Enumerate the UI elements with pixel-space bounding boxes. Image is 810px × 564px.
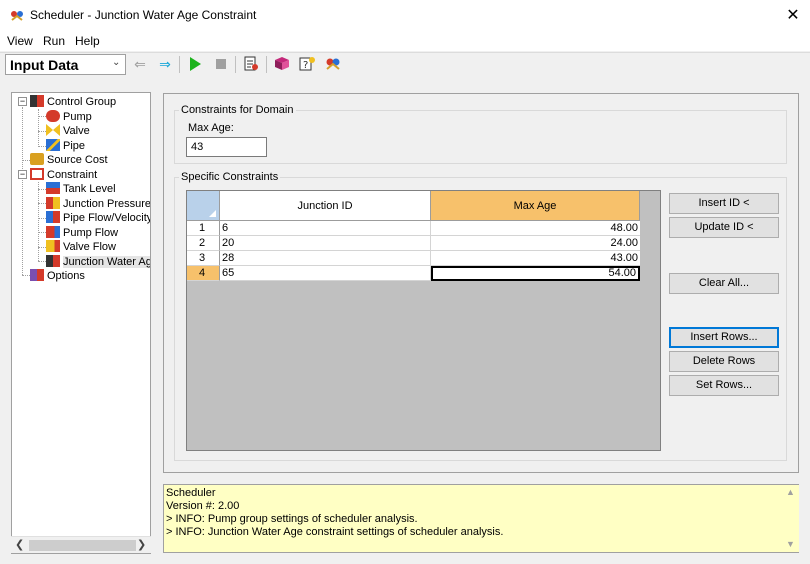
pipe-icon: [46, 139, 60, 151]
domain-constraints-label: Constraints for Domain: [179, 104, 296, 116]
set-rows-button[interactable]: Set Rows...: [669, 375, 779, 396]
cell-junction-id[interactable]: 6: [220, 221, 431, 236]
scheduler-icon[interactable]: [323, 54, 343, 74]
tree-item-pipe-flow-velocity[interactable]: Pipe Flow/Velocity: [46, 211, 150, 226]
menu-view[interactable]: View: [7, 34, 33, 48]
menu-bar: View Run Help: [0, 31, 810, 51]
log-vertical-scrollbar[interactable]: ▲ ▼: [783, 485, 799, 552]
constraints-grid[interactable]: Junction ID Max Age 1 6 48.00 2 20 24.00…: [186, 190, 661, 451]
tank-level-icon: [46, 182, 60, 194]
insert-id-button[interactable]: Insert ID <: [669, 193, 779, 214]
back-arrow-icon[interactable]: ⇐: [130, 54, 150, 74]
tree-item-junction-pressure[interactable]: Junction Pressure: [46, 197, 150, 212]
max-age-label: Max Age:: [188, 122, 234, 134]
cell-max-age[interactable]: 24.00: [431, 236, 640, 251]
toolbar-separator: [235, 56, 236, 73]
tree-item-valve[interactable]: Valve: [46, 124, 90, 139]
view-select-value: Input Data: [10, 57, 79, 73]
cell-junction-id[interactable]: 65: [220, 266, 431, 281]
tree-horizontal-scrollbar[interactable]: ❮ ❯: [11, 536, 151, 553]
table-row[interactable]: 4 65 54.00: [187, 266, 640, 281]
tree-item-valve-flow[interactable]: Valve Flow: [46, 240, 116, 255]
menu-help[interactable]: Help: [75, 34, 100, 48]
table-row[interactable]: 3 28 43.00: [187, 251, 640, 266]
cell-max-age[interactable]: 54.00: [431, 266, 640, 281]
tree-item-tank-level[interactable]: Tank Level: [46, 182, 116, 197]
chevron-down-icon: ⌄: [112, 57, 121, 68]
message-log[interactable]: Scheduler Version #: 2.00 > INFO: Pump g…: [163, 484, 799, 553]
valve-icon: [46, 124, 60, 136]
delete-rows-button[interactable]: Delete Rows: [669, 351, 779, 372]
scroll-left-icon[interactable]: ❮: [15, 538, 24, 551]
scroll-down-icon[interactable]: ▼: [786, 539, 795, 549]
window-title: Scheduler - Junction Water Age Constrain…: [30, 8, 257, 22]
log-line: Version #: 2.00: [166, 500, 240, 512]
specific-constraints-label: Specific Constraints: [179, 171, 281, 183]
cell-junction-id[interactable]: 20: [220, 236, 431, 251]
help-icon[interactable]: ?: [297, 54, 317, 74]
table-row[interactable]: 1 6 48.00: [187, 221, 640, 236]
clear-all-button[interactable]: Clear All...: [669, 273, 779, 294]
column-header-max-age[interactable]: Max Age: [431, 191, 640, 221]
scroll-right-icon[interactable]: ❯: [137, 538, 146, 551]
toolbar-separator: [179, 56, 180, 73]
title-bar: Scheduler - Junction Water Age Constrain…: [0, 0, 810, 31]
log-line: Scheduler: [166, 487, 216, 499]
corner-triangle-icon: [209, 210, 216, 217]
toolbar-separator: [266, 56, 267, 73]
tree-item-options[interactable]: Options: [30, 269, 85, 284]
pipe-flow-icon: [46, 211, 60, 223]
junction-pressure-icon: [46, 197, 60, 209]
tree-item-control-group[interactable]: Control Group: [30, 95, 116, 110]
constraint-icon: [30, 168, 44, 180]
row-header[interactable]: 2: [187, 236, 220, 251]
cell-max-age[interactable]: 43.00: [431, 251, 640, 266]
insert-rows-button[interactable]: Insert Rows...: [669, 327, 779, 348]
row-header[interactable]: 1: [187, 221, 220, 236]
scrollbar-thumb[interactable]: [29, 540, 136, 551]
tree-item-pump-flow[interactable]: Pump Flow: [46, 226, 118, 241]
cell-max-age[interactable]: 48.00: [431, 221, 640, 236]
navigation-tree[interactable]: − − Control Group Pump Valve Pipe Source…: [11, 92, 151, 554]
update-id-button[interactable]: Update ID <: [669, 217, 779, 238]
book-icon[interactable]: [272, 54, 292, 74]
view-select[interactable]: Input Data ⌄: [5, 54, 126, 75]
svg-text:?: ?: [303, 60, 308, 71]
options-icon: [30, 269, 44, 281]
pump-icon: [46, 110, 60, 122]
row-header[interactable]: 3: [187, 251, 220, 266]
expand-toggle-control-group[interactable]: −: [18, 97, 27, 106]
control-group-icon: [30, 95, 44, 107]
run-icon[interactable]: [185, 54, 205, 74]
tree-item-pump[interactable]: Pump: [46, 110, 92, 125]
cell-junction-id[interactable]: 28: [220, 251, 431, 266]
forward-arrow-icon[interactable]: ⇒: [155, 54, 175, 74]
menu-run[interactable]: Run: [43, 34, 65, 48]
row-header[interactable]: 4: [187, 266, 220, 281]
tree-item-constraint[interactable]: Constraint: [30, 168, 97, 183]
tree-item-source-cost[interactable]: Source Cost: [30, 153, 108, 168]
pump-flow-icon: [46, 226, 60, 238]
report-icon[interactable]: [241, 54, 261, 74]
tree-item-junction-water-age[interactable]: Junction Water Age: [46, 255, 150, 270]
source-cost-icon: [30, 153, 44, 165]
max-age-input[interactable]: 43: [186, 137, 267, 157]
scheduler-app-icon: [11, 11, 23, 21]
grid-select-all[interactable]: [187, 191, 220, 221]
table-row[interactable]: 2 20 24.00: [187, 236, 640, 251]
valve-flow-icon: [46, 240, 60, 252]
close-button[interactable]: ✕: [778, 4, 808, 28]
expand-toggle-constraint[interactable]: −: [18, 170, 27, 179]
scroll-up-icon[interactable]: ▲: [786, 487, 795, 497]
column-header-junction-id[interactable]: Junction ID: [220, 191, 431, 221]
junction-water-age-icon: [46, 255, 60, 267]
log-line: > INFO: Junction Water Age constraint se…: [166, 526, 504, 538]
stop-icon[interactable]: [211, 54, 231, 74]
log-line: > INFO: Pump group settings of scheduler…: [166, 513, 418, 525]
tree-item-pipe[interactable]: Pipe: [46, 139, 85, 154]
